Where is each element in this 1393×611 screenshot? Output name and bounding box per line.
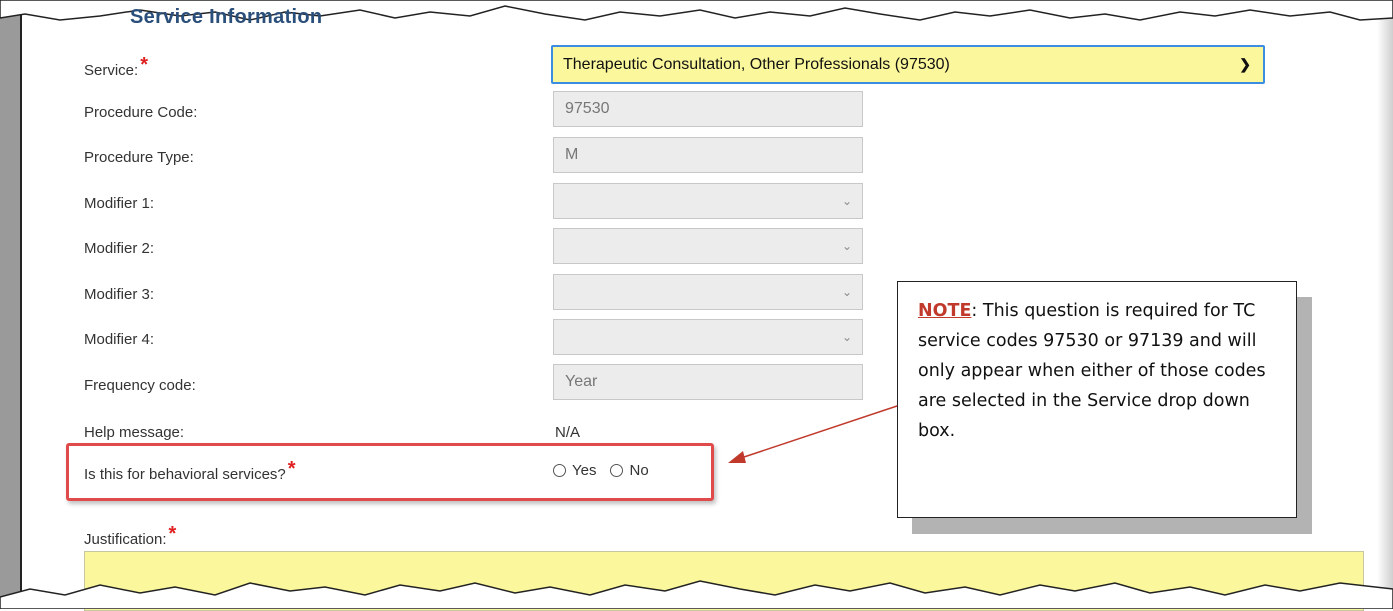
radio-no[interactable]: No bbox=[610, 462, 649, 479]
radio-yes-label: Yes bbox=[572, 462, 597, 479]
behavioral-question-text: Is this for behavioral services? bbox=[84, 466, 286, 483]
justification-label-text: Justification: bbox=[84, 531, 167, 548]
radio-yes[interactable]: Yes bbox=[553, 462, 596, 479]
frequency-code-label: Frequency code: bbox=[84, 377, 196, 394]
behavioral-question-label: Is this for behavioral services? * bbox=[84, 458, 296, 485]
frequency-code-field: Year bbox=[553, 364, 863, 400]
procedure-type-value: M bbox=[565, 146, 579, 163]
torn-bottom-edge bbox=[0, 580, 1393, 609]
modifier-2-dropdown[interactable]: ⌄ bbox=[553, 228, 863, 264]
required-asterisk: * bbox=[287, 458, 296, 480]
left-gray-bar bbox=[0, 0, 22, 609]
modifier-2-label: Modifier 2: bbox=[84, 240, 155, 257]
required-asterisk: * bbox=[168, 523, 177, 545]
note-callout: NOTE: This question is required for TC s… bbox=[897, 281, 1297, 518]
note-body: : This question is required for TC servi… bbox=[918, 301, 1266, 441]
procedure-code-value: 97530 bbox=[565, 100, 610, 117]
modifier-1-dropdown[interactable]: ⌄ bbox=[553, 183, 863, 219]
behavioral-radio-group: Yes No bbox=[553, 462, 663, 479]
note-heading: NOTE bbox=[918, 301, 972, 321]
section-title: Service Information bbox=[130, 6, 323, 28]
procedure-code-field: 97530 bbox=[553, 91, 863, 127]
chevron-down-icon: ❯ bbox=[1239, 56, 1251, 72]
procedure-code-label: Procedure Code: bbox=[84, 104, 198, 121]
chevron-down-icon: ⌄ bbox=[841, 194, 852, 208]
required-asterisk: * bbox=[140, 54, 148, 76]
procedure-type-field: M bbox=[553, 137, 863, 173]
service-dropdown[interactable]: Therapeutic Consultation, Other Professi… bbox=[551, 45, 1265, 84]
radio-yes-circle[interactable] bbox=[553, 464, 566, 477]
modifier-4-label: Modifier 4: bbox=[84, 331, 155, 348]
service-dropdown-value: Therapeutic Consultation, Other Professi… bbox=[563, 56, 950, 73]
procedure-type-label: Procedure Type: bbox=[84, 149, 194, 166]
modifier-3-dropdown[interactable]: ⌄ bbox=[553, 274, 863, 310]
radio-no-label: No bbox=[629, 462, 649, 479]
modifier-3-label: Modifier 3: bbox=[84, 286, 155, 303]
justification-label: Justification: * bbox=[84, 523, 176, 550]
help-message-label: Help message: bbox=[84, 424, 185, 441]
service-label: Service: * bbox=[84, 54, 148, 81]
radio-no-circle[interactable] bbox=[610, 464, 624, 477]
chevron-down-icon: ⌄ bbox=[841, 285, 852, 299]
right-shadow bbox=[1377, 0, 1393, 609]
chevron-down-icon: ⌄ bbox=[841, 330, 852, 344]
modifier-1-label: Modifier 1: bbox=[84, 195, 155, 212]
modifier-4-dropdown[interactable]: ⌄ bbox=[553, 319, 863, 355]
chevron-down-icon: ⌄ bbox=[841, 239, 852, 253]
service-label-text: Service: bbox=[84, 62, 139, 79]
frequency-code-value: Year bbox=[565, 373, 598, 390]
help-message-value: N/A bbox=[555, 424, 581, 441]
